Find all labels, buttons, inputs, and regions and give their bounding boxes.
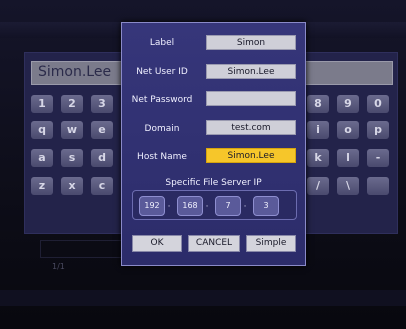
background-footer-box bbox=[40, 240, 122, 258]
bg-key: e bbox=[91, 121, 113, 139]
bg-key bbox=[367, 177, 389, 195]
domain-field[interactable]: test.com bbox=[206, 120, 296, 135]
bg-key: / bbox=[307, 177, 329, 195]
domain-label: Domain bbox=[144, 124, 180, 134]
bg-key: o bbox=[337, 121, 359, 139]
host-name-label: Host Name bbox=[137, 152, 187, 162]
label-field[interactable]: Simon bbox=[206, 35, 296, 50]
ip-octet-2[interactable]: 168 bbox=[177, 196, 203, 216]
network-settings-dialog: Label Simon Net User ID Simon.Lee Net Pa… bbox=[121, 22, 306, 266]
bg-key: 1 bbox=[31, 95, 53, 113]
bg-key: w bbox=[61, 121, 83, 139]
host-name-field[interactable]: Simon.Lee bbox=[206, 148, 296, 163]
bg-key: p bbox=[367, 121, 389, 139]
bg-key: c bbox=[91, 177, 113, 195]
cancel-button[interactable]: CANCEL bbox=[188, 235, 240, 252]
bg-key: - bbox=[367, 149, 389, 167]
bg-key: l bbox=[337, 149, 359, 167]
background-bottom-bar bbox=[0, 290, 406, 306]
bg-key: s bbox=[61, 149, 83, 167]
screen: Simon.Lee 1 2 3 8 9 0 q w e i o p a s d … bbox=[0, 0, 406, 329]
bg-key: 8 bbox=[307, 95, 329, 113]
ip-octet-3[interactable]: 7 bbox=[215, 196, 241, 216]
bg-key: k bbox=[307, 149, 329, 167]
net-user-id-field[interactable]: Simon.Lee bbox=[206, 64, 296, 79]
ip-octet-4[interactable]: 3 bbox=[253, 196, 279, 216]
ip-separator: · bbox=[205, 202, 209, 212]
net-password-label: Net Password bbox=[131, 95, 193, 105]
label-field-label: Label bbox=[149, 38, 175, 48]
bg-key: q bbox=[31, 121, 53, 139]
net-password-field[interactable] bbox=[206, 91, 296, 106]
bg-key: 2 bbox=[61, 95, 83, 113]
ip-separator: · bbox=[243, 202, 247, 212]
ip-address-group: 192 · 168 · 7 · 3 bbox=[132, 190, 297, 220]
background-page-indicator: 1/1 bbox=[52, 262, 65, 271]
bg-key: z bbox=[31, 177, 53, 195]
bg-key: 3 bbox=[91, 95, 113, 113]
ip-section-title: Specific File Server IP bbox=[165, 178, 262, 188]
background-input-text: Simon.Lee bbox=[38, 64, 112, 80]
simple-button[interactable]: Simple bbox=[246, 235, 296, 252]
ip-separator: · bbox=[167, 202, 171, 212]
bg-key: 9 bbox=[337, 95, 359, 113]
net-user-id-label: Net User ID bbox=[136, 67, 188, 77]
ok-button[interactable]: OK bbox=[132, 235, 182, 252]
ip-octet-1[interactable]: 192 bbox=[139, 196, 165, 216]
bg-key: \ bbox=[337, 177, 359, 195]
bg-key: d bbox=[91, 149, 113, 167]
bg-key: i bbox=[307, 121, 329, 139]
bg-key: a bbox=[31, 149, 53, 167]
bg-key: x bbox=[61, 177, 83, 195]
bg-key: 0 bbox=[367, 95, 389, 113]
